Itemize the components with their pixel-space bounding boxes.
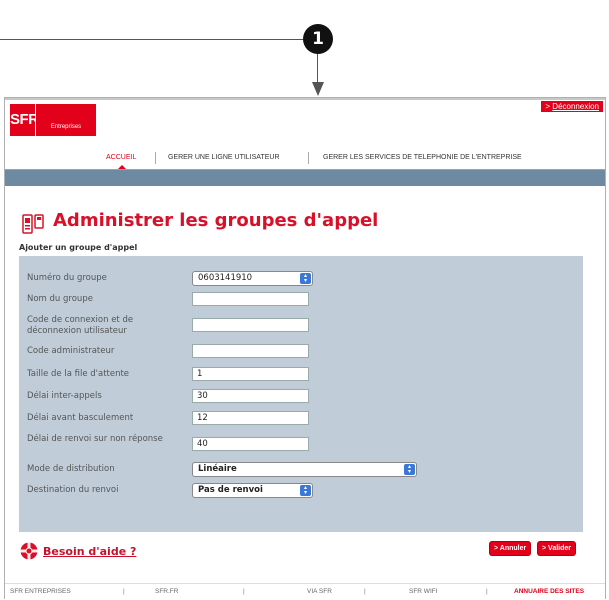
label-destination-renvoi: Destination du renvoi [27, 485, 119, 495]
browser-page: SFR Entreprises > Déconnexion ACCUEIL GE… [4, 97, 606, 599]
label-delai-basculement: Délai avant basculement [27, 413, 134, 423]
top-border [5, 98, 605, 100]
label-numero-groupe: Numéro du groupe [27, 273, 107, 283]
footer-link-via-sfr[interactable]: VIA SFR [307, 588, 332, 595]
help-link[interactable]: Besoin d'aide ? [43, 545, 136, 558]
footer-link-sfr-fr[interactable]: SFR.FR [155, 588, 178, 595]
nav-item-gerer-ligne[interactable]: GERER UNE LIGNE UTILISATEUR [168, 154, 280, 161]
delai-renvoi-input[interactable]: 40 [192, 437, 309, 451]
label-nom-groupe: Nom du groupe [27, 294, 93, 304]
nav-item-gerer-services[interactable]: GERER LES SERVICES DE TELEPHONIE DE L'EN… [323, 154, 522, 161]
validate-button[interactable]: > Valider [538, 542, 575, 555]
call-group-icon [22, 214, 44, 234]
footer-link-sfr-wifi[interactable]: SFR WIFI [409, 588, 438, 595]
footer-divider [5, 583, 605, 584]
taille-file-input[interactable]: 1 [192, 367, 309, 381]
mode-distribution-select[interactable]: Linéaire ▴ ▾ [192, 462, 417, 477]
select-stepper-icon: ▴ ▾ [404, 464, 415, 475]
help-lifebuoy-icon[interactable] [20, 542, 38, 560]
label-mode-distribution: Mode de distribution [27, 464, 115, 474]
entreprises-logo: Entreprises [36, 104, 96, 136]
logout-link[interactable]: > Déconnexion [541, 101, 603, 112]
footer-link-annuaire[interactable]: ANNUAIRE DES SITES [514, 588, 584, 595]
nav-separator [308, 152, 309, 164]
callout-line [0, 39, 303, 40]
label-code-admin: Code administrateur [27, 346, 115, 356]
sfr-logo[interactable]: SFR [10, 104, 39, 136]
page-title: Administrer les groupes d'appel [53, 210, 379, 231]
footer-separator: | [243, 588, 245, 595]
numero-groupe-select[interactable]: 0603141910 ▴ ▾ [192, 271, 313, 286]
label-code-connexion: Code de connexion et de déconnexion util… [27, 315, 134, 336]
select-stepper-icon: ▴ ▾ [300, 485, 311, 496]
logout-label: Déconnexion [552, 102, 599, 111]
destination-renvoi-value: Pas de renvoi [198, 485, 263, 495]
callout-number-badge: 1 [303, 24, 333, 54]
nom-groupe-input[interactable] [192, 292, 309, 306]
footer-separator: | [364, 588, 366, 595]
main-nav: ACCUEIL GERER UNE LIGNE UTILISATEUR GERE… [5, 149, 605, 169]
footer-separator: | [486, 588, 488, 595]
destination-renvoi-select[interactable]: Pas de renvoi ▴ ▾ [192, 483, 313, 498]
label-delai-renvoi: Délai de renvoi sur non réponse [27, 434, 163, 444]
footer-separator: | [123, 588, 125, 595]
numero-groupe-value: 0603141910 [198, 273, 253, 283]
form-panel: Numéro du groupe 0603141910 ▴ ▾ Nom du gr… [19, 256, 583, 532]
callout-arrow-icon [312, 82, 324, 96]
nav-separator [155, 152, 156, 164]
callout-arrow-line [317, 54, 318, 84]
label-taille-file: Taille de la file d'attente [27, 369, 130, 379]
nav-item-accueil[interactable]: ACCUEIL [106, 154, 136, 161]
mode-distribution-value: Linéaire [198, 464, 237, 474]
delai-basculement-input[interactable]: 12 [192, 411, 309, 425]
form-subtitle: Ajouter un groupe d'appel [19, 243, 138, 252]
cancel-button[interactable]: > Annuler [490, 542, 531, 555]
select-stepper-icon: ▴ ▾ [300, 273, 311, 284]
footer: SFR ENTREPRISES | SFR.FR | VIA SFR | SFR… [5, 588, 605, 600]
code-connexion-input[interactable] [192, 318, 309, 332]
delai-inter-appels-input[interactable]: 30 [192, 389, 309, 403]
footer-link-sfr-entreprises[interactable]: SFR ENTREPRISES [10, 588, 71, 595]
nav-bar-strip [5, 169, 605, 186]
label-delai-inter-appels: Délai inter-appels [27, 391, 102, 401]
code-admin-input[interactable] [192, 344, 309, 358]
